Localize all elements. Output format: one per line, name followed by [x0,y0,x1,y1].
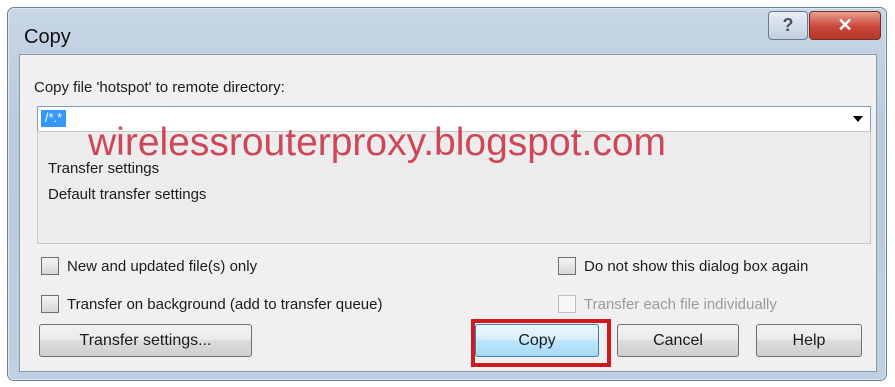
cancel-button[interactable]: Cancel [617,324,739,357]
transfer-each-file-option: Transfer each file individually [558,295,777,313]
copy-button-highlight [471,319,611,367]
question-icon: ? [782,15,794,35]
title-help-button[interactable]: ? [768,11,808,40]
do-not-show-label: Do not show this dialog box again [584,257,809,275]
help-button[interactable]: Help [756,324,862,357]
chevron-down-icon[interactable] [853,116,863,122]
transfer-background-label: Transfer on background (add to transfer … [67,295,383,313]
do-not-show-checkbox[interactable] [558,257,576,275]
new-updated-only-option[interactable]: New and updated file(s) only [41,257,257,275]
new-updated-only-label: New and updated file(s) only [67,257,258,275]
window-title: Copy [24,26,71,48]
transfer-background-checkbox[interactable] [41,295,59,313]
dialog-body: Copy file 'hotspot' to remote directory:… [19,54,877,372]
copy-dialog: Copy ? ✕ Copy file 'hotspot' to remote d… [7,7,887,381]
combo-value: /*.* [41,110,66,127]
transfer-settings-value: Default transfer settings [48,186,207,203]
new-updated-only-checkbox[interactable] [41,257,59,275]
close-button[interactable]: ✕ [809,11,881,40]
transfer-settings-button[interactable]: Transfer settings... [39,324,252,357]
transfer-each-file-label: Transfer each file individually [584,295,777,313]
close-icon: ✕ [837,15,853,35]
copy-prompt-label: Copy file 'hotspot' to remote directory: [34,79,285,96]
transfer-each-file-checkbox [558,295,576,313]
watermark: wirelessrouterproxy.blogspot.com [88,121,667,164]
do-not-show-option[interactable]: Do not show this dialog box again [558,257,808,275]
transfer-background-option[interactable]: Transfer on background (add to transfer … [41,295,382,313]
